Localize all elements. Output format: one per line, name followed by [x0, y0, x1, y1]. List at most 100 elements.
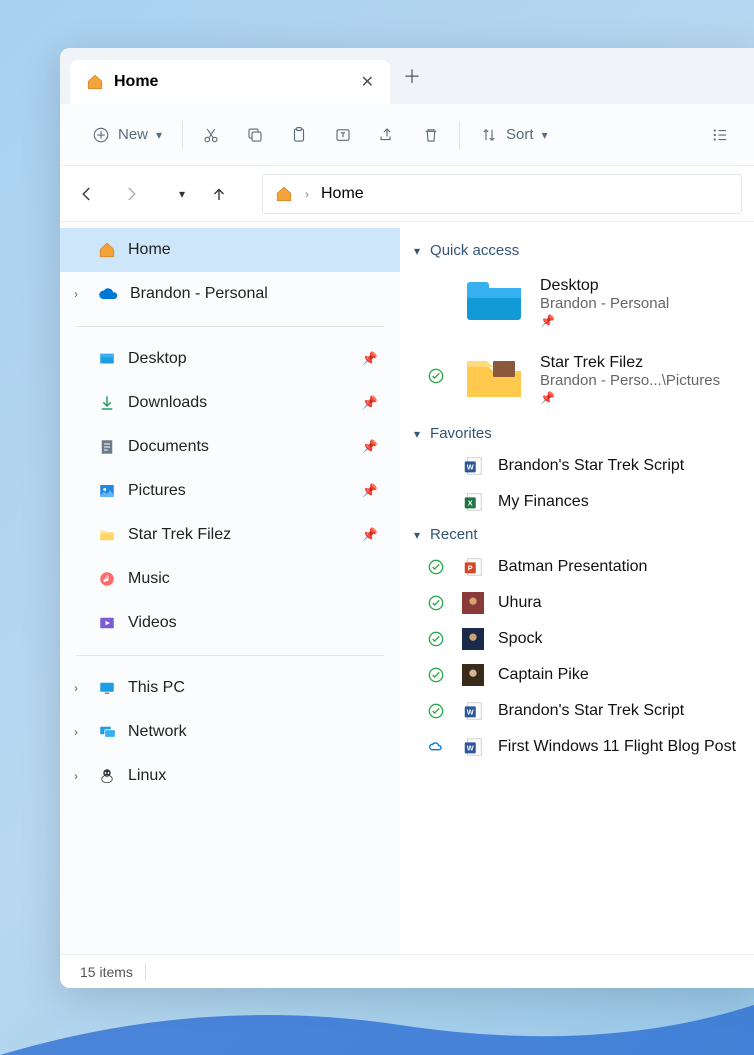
chevron-right-icon[interactable]: ›: [74, 287, 78, 301]
word-icon: W: [462, 736, 484, 758]
chevron-down-icon: ▾: [414, 528, 420, 542]
section-quick-access[interactable]: ▾ Quick access: [406, 236, 754, 265]
pin-icon: 📌: [362, 395, 378, 411]
sidebar-item-downloads[interactable]: Downloads 📌: [60, 381, 400, 425]
excel-icon: X: [462, 491, 484, 513]
sidebar-item-thispc[interactable]: › This PC: [60, 666, 400, 710]
svg-text:W: W: [467, 744, 474, 753]
svg-text:P: P: [468, 564, 473, 573]
desktop-folder-icon: [464, 277, 524, 323]
cut-button[interactable]: [189, 118, 233, 152]
pin-icon: 📌: [540, 391, 555, 405]
up-button[interactable]: [210, 185, 242, 203]
file-item[interactable]: Spock: [406, 621, 754, 657]
image-thumbnail: [462, 664, 484, 686]
image-thumbnail: [462, 628, 484, 650]
monitor-icon: [98, 679, 116, 697]
content-area: Home › Brandon - Personal Desktop 📌 Down…: [60, 222, 754, 954]
quick-access-item[interactable]: Star Trek Filez Brandon - Perso...\Pictu…: [406, 342, 754, 419]
sidebar-item-network[interactable]: › Network: [60, 710, 400, 754]
file-item[interactable]: Uhura: [406, 585, 754, 621]
view-button[interactable]: [698, 118, 742, 152]
delete-button[interactable]: [409, 118, 453, 152]
home-icon: [275, 185, 293, 203]
videos-icon: [98, 614, 116, 632]
home-icon: [98, 241, 116, 259]
folder-icon: [464, 354, 524, 400]
chevron-right-icon[interactable]: ›: [74, 725, 78, 739]
sync-ok-icon: [428, 703, 448, 719]
new-tab-button[interactable]: ＋: [390, 63, 434, 89]
tab-title: Home: [114, 73, 158, 91]
pin-icon: 📌: [362, 439, 378, 455]
svg-text:X: X: [468, 499, 473, 508]
onedrive-icon: [98, 287, 118, 301]
sync-ok-icon: [428, 368, 448, 384]
pin-icon: 📌: [362, 351, 378, 367]
svg-text:W: W: [467, 708, 474, 717]
toolbar: New ▾ Sort ▾: [60, 104, 754, 166]
tab-home[interactable]: Home ✕: [70, 60, 390, 104]
svg-text:W: W: [467, 463, 474, 472]
sidebar-item-music[interactable]: Music: [60, 557, 400, 601]
share-button[interactable]: [365, 118, 409, 152]
sidebar-item-home[interactable]: Home: [60, 228, 400, 272]
sort-button[interactable]: Sort ▾: [466, 118, 562, 152]
file-item[interactable]: Captain Pike: [406, 657, 754, 693]
sidebar-item-videos[interactable]: Videos: [60, 601, 400, 645]
file-item[interactable]: W First Windows 11 Flight Blog Post: [406, 729, 754, 765]
breadcrumb[interactable]: › Home: [262, 174, 742, 214]
folder-icon: [98, 526, 116, 544]
network-icon: [98, 723, 116, 741]
forward-button[interactable]: [122, 185, 154, 203]
file-explorer-window: Home ✕ ＋ New ▾ Sort ▾ ▾ ›: [60, 48, 754, 988]
sidebar-item-desktop[interactable]: Desktop 📌: [60, 337, 400, 381]
chevron-down-icon: ▾: [156, 128, 162, 142]
navigation-pane: Home › Brandon - Personal Desktop 📌 Down…: [60, 222, 400, 954]
pin-icon: 📌: [362, 527, 378, 543]
file-item[interactable]: P Batman Presentation: [406, 549, 754, 585]
address-bar: ▾ › Home: [60, 166, 754, 222]
file-item[interactable]: W Brandon's Star Trek Script: [406, 448, 754, 484]
copy-button[interactable]: [233, 118, 277, 152]
home-icon: [86, 73, 104, 91]
sidebar-item-pictures[interactable]: Pictures 📌: [60, 469, 400, 513]
breadcrumb-segment[interactable]: Home: [321, 185, 364, 203]
pin-icon: 📌: [540, 314, 555, 328]
documents-icon: [98, 438, 116, 456]
chevron-right-icon[interactable]: ›: [74, 681, 78, 695]
quick-access-item[interactable]: Desktop Brandon - Personal 📌: [406, 265, 754, 342]
word-icon: W: [462, 455, 484, 477]
sync-ok-icon: [428, 559, 448, 575]
pin-icon: 📌: [362, 483, 378, 499]
rename-button[interactable]: [321, 118, 365, 152]
chevron-down-icon: ▾: [414, 244, 420, 258]
sync-ok-icon: [428, 631, 448, 647]
new-button[interactable]: New ▾: [78, 118, 176, 152]
file-item[interactable]: W Brandon's Star Trek Script: [406, 693, 754, 729]
cloud-icon: [428, 739, 448, 755]
file-item[interactable]: X My Finances: [406, 484, 754, 520]
paste-button[interactable]: [277, 118, 321, 152]
sidebar-item-documents[interactable]: Documents 📌: [60, 425, 400, 469]
sync-ok-icon: [428, 667, 448, 683]
recent-locations-button[interactable]: ▾: [166, 185, 198, 203]
powerpoint-icon: P: [462, 556, 484, 578]
tab-bar: Home ✕ ＋: [60, 48, 754, 104]
back-button[interactable]: [78, 185, 110, 203]
sync-ok-icon: [428, 595, 448, 611]
sidebar-item-onedrive[interactable]: › Brandon - Personal: [60, 272, 400, 316]
main-pane: ▾ Quick access Desktop Brandon - Persona…: [400, 222, 754, 954]
section-recent[interactable]: ▾ Recent: [406, 520, 754, 549]
sidebar-item-linux[interactable]: › Linux: [60, 754, 400, 798]
close-tab-icon[interactable]: ✕: [361, 72, 374, 92]
linux-icon: [98, 767, 116, 785]
chevron-down-icon: ▾: [542, 128, 548, 142]
section-favorites[interactable]: ▾ Favorites: [406, 419, 754, 448]
chevron-down-icon: ▾: [414, 427, 420, 441]
downloads-icon: [98, 394, 116, 412]
desktop-icon: [98, 350, 116, 368]
chevron-right-icon[interactable]: ›: [74, 769, 78, 783]
sidebar-item-startrek[interactable]: Star Trek Filez 📌: [60, 513, 400, 557]
image-thumbnail: [462, 592, 484, 614]
